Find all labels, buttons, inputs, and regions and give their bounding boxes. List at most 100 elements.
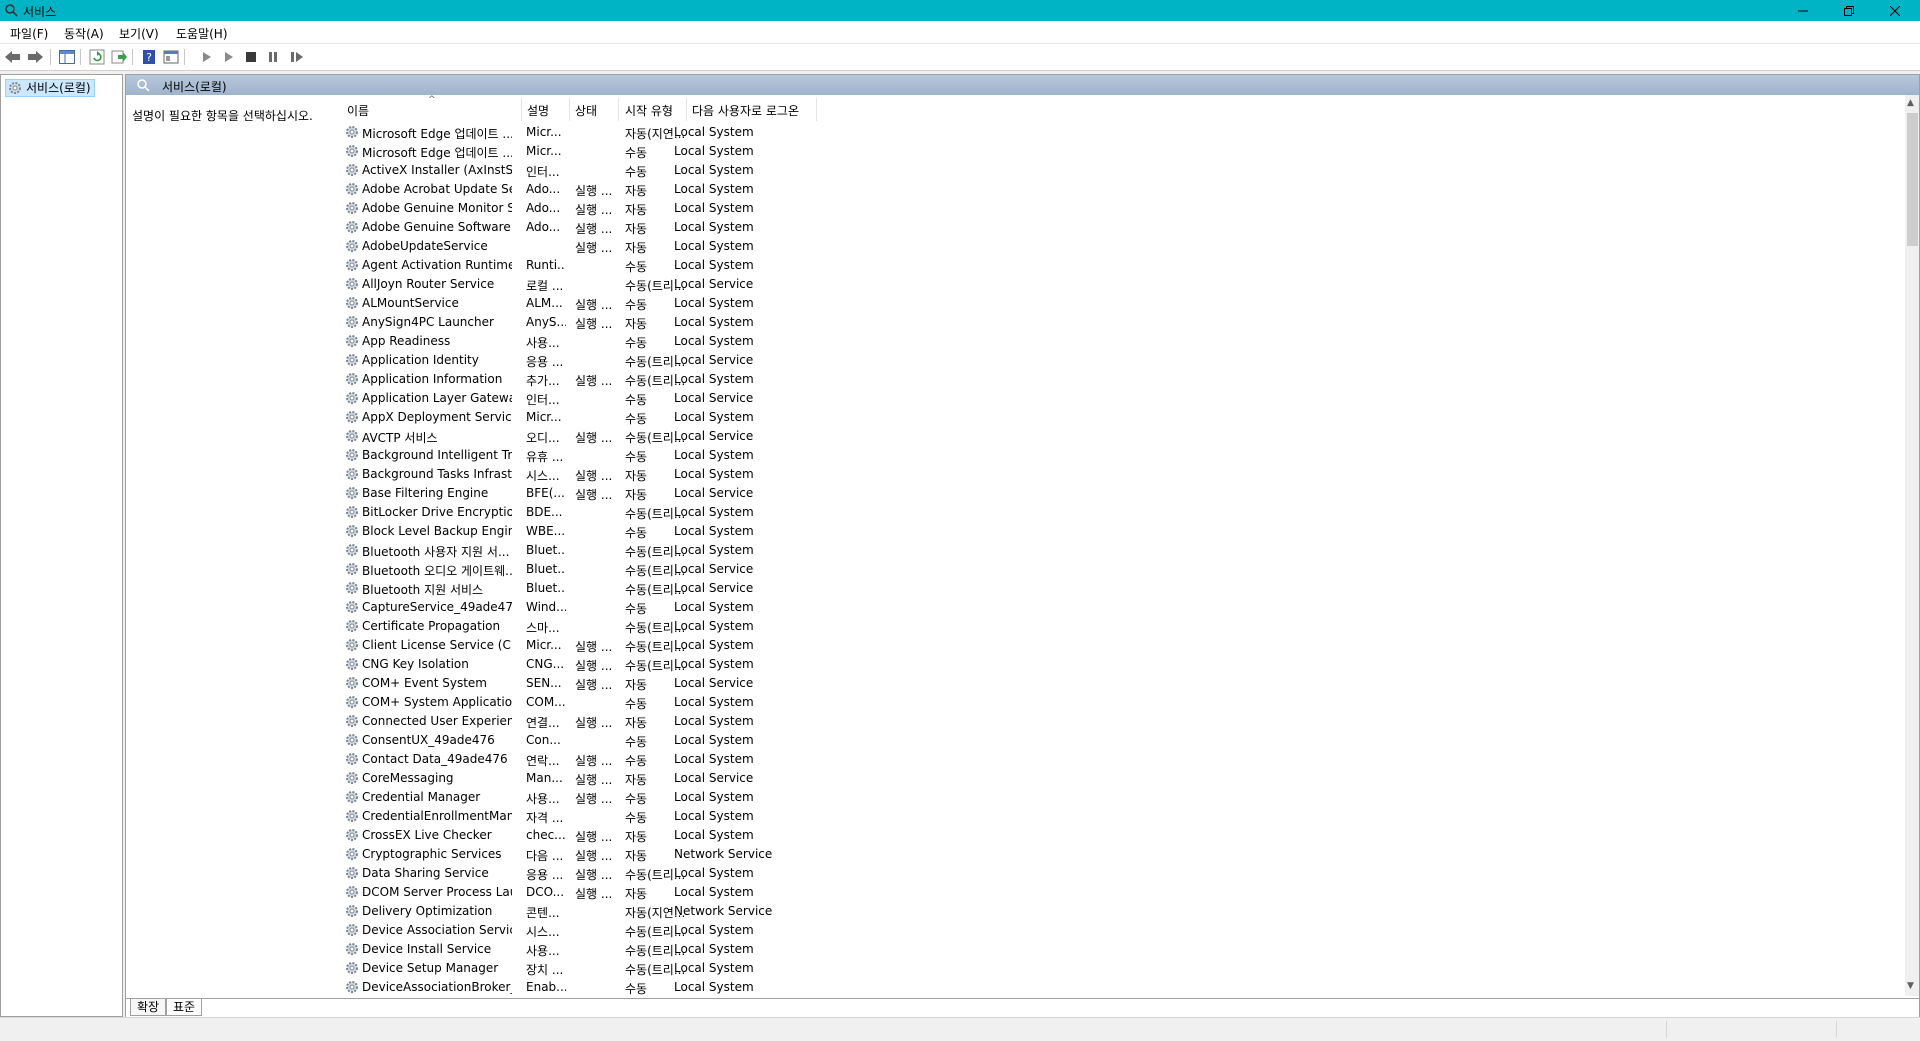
tab-standard[interactable]: 표준: [166, 999, 203, 1016]
service-row[interactable]: DCOM Server Process Lau...DCO...실행 ...자동…: [341, 883, 861, 902]
service-row[interactable]: Agent Activation Runtime_...Runti...수동Lo…: [341, 256, 861, 275]
pause-service-button[interactable]: [264, 48, 282, 66]
service-row[interactable]: Device Install Service 사용... 수동(트리... Local…: [341, 940, 861, 959]
scroll-down-icon[interactable]: ▼: [1907, 981, 1914, 991]
start-service-alt-button[interactable]: [220, 48, 238, 66]
scrollbar-thumb[interactable]: [1907, 113, 1918, 246]
service-row[interactable]: Base Filtering Engine BFE(... 실행 ... 자동 Loca…: [341, 484, 861, 503]
service-row[interactable]: Background Tasks Infrastru... 시스... 실행 ...…: [341, 465, 861, 484]
service-row[interactable]: Device Association Service 시스... 수동(트리... L…: [341, 921, 861, 940]
service-row[interactable]: Data Sharing Service 응용 ... 실행 ... 수동(트리...…: [341, 864, 861, 883]
restore-button[interactable]: [1826, 0, 1872, 21]
service-row[interactable]: ActiveX Installer (AxInstSV) 인터... 수동 Local…: [341, 161, 861, 180]
service-name: Device Setup Manager: [362, 961, 499, 975]
service-row[interactable]: Client License Service (Clip... Micr... 실행…: [341, 636, 861, 655]
stop-service-button[interactable]: [242, 48, 260, 66]
menu-view[interactable]: 보기(V): [119, 25, 159, 42]
service-row[interactable]: DeviceAssociationBroker_4...Enab...수동Loc…: [341, 978, 861, 996]
service-row[interactable]: Contact Data_49ade476 연락... 실행 ... 수동 Local …: [341, 750, 861, 769]
back-arrow-icon: [5, 51, 20, 63]
help-button[interactable]: ?: [140, 48, 158, 66]
status-bar: [0, 1017, 1920, 1041]
service-row[interactable]: Application Layer Gateway ...인터...수동Loca…: [341, 389, 861, 408]
menu-help[interactable]: 도움말(H): [176, 25, 228, 42]
service-description: AnyS...: [526, 315, 566, 329]
service-row[interactable]: Credential Manager 사용... 실행 ... 수동 Local Sys…: [341, 788, 861, 807]
column-separator[interactable]: [618, 98, 619, 121]
column-separator[interactable]: [686, 98, 687, 121]
service-row[interactable]: Application Information 추가... 실행 ... 수동(트리.…: [341, 370, 861, 389]
service-row[interactable]: Bluetooth 사용자 지원 서... Bluet... 수동(트리... Loc…: [341, 541, 861, 560]
service-row[interactable]: COM+ Event System SEN... 실행 ... 자동 Local Ser…: [341, 674, 861, 693]
service-log-on-as: Local System: [674, 828, 754, 842]
forward-button[interactable]: [26, 48, 44, 66]
gear-icon: [345, 790, 359, 807]
menu-action[interactable]: 동작(A): [64, 25, 104, 42]
service-status: 실행 ...: [575, 317, 613, 331]
service-row[interactable]: Background Intelligent Tra...유휴 ...수동Loc…: [341, 446, 861, 465]
service-row[interactable]: Microsoft Edge 업데이트 ... Micr... 자동(지연... Lo…: [341, 123, 861, 142]
service-row[interactable]: Certificate Propagation 스마... 수동(트리... Loca…: [341, 617, 861, 636]
scroll-up-icon[interactable]: ▲: [1907, 98, 1914, 108]
service-row[interactable]: Adobe Genuine Software I...Ado...실행 ...자…: [341, 218, 861, 237]
service-row[interactable]: Delivery Optimization 콘텐... 자동(지연... Networ…: [341, 902, 861, 921]
minimize-button[interactable]: [1780, 0, 1826, 21]
service-row[interactable]: App Readiness 사용... 수동 Local System: [341, 332, 861, 351]
export-list-button[interactable]: [110, 48, 128, 66]
service-row[interactable]: ConsentUX_49ade476 Con... 수동 Local System: [341, 731, 861, 750]
back-button[interactable]: [4, 48, 22, 66]
service-row[interactable]: CaptureService_49ade476 Wind... 수동 Local Sy…: [341, 598, 861, 617]
status-separator: [1666, 1021, 1667, 1038]
properties-button[interactable]: [162, 48, 180, 66]
service-row[interactable]: CoreMessaging Man... 실행 ... 자동 Local Service: [341, 769, 861, 788]
column-header-log-on-as[interactable]: 다음 사용자로 로그온: [692, 102, 799, 119]
service-row[interactable]: AdobeUpdateService 실행 ... 자동 Local System: [341, 237, 861, 256]
column-header-name[interactable]: 이름: [347, 102, 369, 119]
start-service-button[interactable]: [198, 48, 216, 66]
tree-node-services-local[interactable]: 서비스(로컬): [5, 79, 95, 97]
service-name: CNG Key Isolation: [362, 657, 469, 671]
service-row[interactable]: AllJoyn Router Service 로컬 ... 수동(트리... Loca…: [341, 275, 861, 294]
service-row[interactable]: CrossEX Live Checker chec... 실행 ... 자동 Local…: [341, 826, 861, 845]
service-log-on-as: Local System: [674, 980, 754, 994]
service-row[interactable]: Bluetooth 지원 서비스 Bluet... 수동(트리... Local Se…: [341, 579, 861, 598]
service-row[interactable]: Block Level Backup Engine ...WBE...수동Loc…: [341, 522, 861, 541]
refresh-button[interactable]: [88, 48, 106, 66]
service-description: Bluet...: [526, 562, 566, 576]
service-row[interactable]: Device Setup Manager 장치 ... 수동(트리... Local …: [341, 959, 861, 978]
service-row[interactable]: AnySign4PC Launcher AnyS... 실행 ... 자동 Local …: [341, 313, 861, 332]
gear-icon: [345, 144, 359, 161]
service-name: ALMountService: [362, 296, 459, 310]
service-row[interactable]: Connected User Experience...연결...실행 ...자…: [341, 712, 861, 731]
service-row[interactable]: ALMountService ALM... 실행 ... 수동 Local System: [341, 294, 861, 313]
vertical-scrollbar[interactable]: ▲ ▼: [1905, 95, 1919, 996]
service-row[interactable]: COM+ System Application COM... 수동 Local Sys…: [341, 693, 861, 712]
menu-file[interactable]: 파일(F): [10, 25, 48, 42]
column-separator[interactable]: [569, 98, 570, 121]
tab-extended[interactable]: 확장: [130, 999, 167, 1016]
service-status: 실행 ...: [575, 431, 613, 445]
service-row[interactable]: Application Identity 응용 ... 수동(트리... Local …: [341, 351, 861, 370]
service-row[interactable]: AppX Deployment Service ...Micr...수동Loca…: [341, 408, 861, 427]
service-row[interactable]: Bluetooth 오디오 게이트웨... Bluet... 수동(트리... Loc…: [341, 560, 861, 579]
restart-service-button[interactable]: [288, 48, 306, 66]
close-button[interactable]: [1872, 0, 1918, 21]
show-hide-console-tree-button[interactable]: [58, 48, 76, 66]
column-separator[interactable]: [816, 98, 817, 121]
service-row[interactable]: AVCTP 서비스 오디... 실행 ... 수동(트리... Local Servic…: [341, 427, 861, 446]
service-row[interactable]: CNG Key Isolation CNG... 실행 ... 수동(트리... Loc…: [341, 655, 861, 674]
service-row[interactable]: Adobe Acrobat Update Ser...Ado...실행 ...자…: [341, 180, 861, 199]
service-log-on-as: Local Service: [674, 676, 754, 690]
service-row[interactable]: CredentialEnrollmentMana...자격 ...수동Local…: [341, 807, 861, 826]
service-row[interactable]: Cryptographic Services 다음 ... 실행 ... 자동 Netw…: [341, 845, 861, 864]
column-header-description[interactable]: 설명: [527, 102, 549, 119]
service-name: Block Level Backup Engine ...: [362, 524, 512, 538]
service-log-on-as: Local System: [674, 600, 754, 614]
column-header-status[interactable]: 상태: [575, 102, 597, 119]
service-row[interactable]: BitLocker Drive Encryption ...BDE...수동(트…: [341, 503, 861, 522]
service-name: Microsoft Edge 업데이트 ...: [362, 146, 512, 160]
service-row[interactable]: Microsoft Edge 업데이트 ... Micr... 수동 Local Sy…: [341, 142, 861, 161]
service-row[interactable]: Adobe Genuine Monitor Se...Ado...실행 ...자…: [341, 199, 861, 218]
column-header-startup-type[interactable]: 시작 유형: [625, 102, 673, 119]
column-separator[interactable]: [521, 98, 522, 121]
